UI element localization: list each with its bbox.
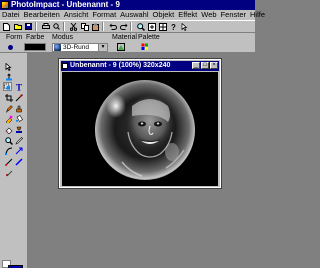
transform-tool-icon[interactable] <box>4 72 13 81</box>
save-icon[interactable] <box>24 22 33 31</box>
redo-icon[interactable] <box>119 22 128 31</box>
attribute-bar: 3D-Rund ▼ <box>0 42 255 53</box>
menu-objekt[interactable]: Objekt <box>151 10 177 20</box>
stamp-tool-icon[interactable] <box>14 125 23 134</box>
toolbar-separator <box>130 22 132 31</box>
zoom-tool-icon[interactable] <box>4 136 13 145</box>
app-logo-icon[interactable] <box>1 1 9 9</box>
svg-text:?: ? <box>171 23 176 31</box>
palette-label: Palette <box>138 34 160 41</box>
menu-datei[interactable]: Datei <box>0 10 22 20</box>
eraser-tool-icon[interactable] <box>4 125 13 134</box>
material-icon[interactable] <box>117 43 125 51</box>
help-icon[interactable]: ? <box>169 22 178 31</box>
menu-bar: Datei Bearbeiten Ansicht Format Auswahl … <box>0 10 265 20</box>
fill-tool-icon[interactable] <box>14 114 23 123</box>
app-title-bar[interactable]: PhotoImpact - Unbenannt - 9 <box>0 0 255 10</box>
pointer-help-icon[interactable] <box>180 22 189 31</box>
mode-dropdown[interactable]: 3D-Rund ▼ <box>52 43 108 52</box>
paint-tool-icon[interactable] <box>4 104 13 113</box>
text-tool-icon[interactable]: T <box>14 82 23 91</box>
zoom-icon[interactable] <box>136 22 145 31</box>
toolbar-separator <box>63 22 65 31</box>
crop-tool-icon[interactable] <box>4 93 13 102</box>
eyedropper-tool-icon[interactable] <box>14 136 23 145</box>
mode-value: 3D-Rund <box>63 44 90 51</box>
airbrush-tool-icon[interactable] <box>4 168 13 177</box>
attribute-bar-labels: Form Farbe Modus Material Palette <box>0 33 255 42</box>
selection-tool-icon[interactable] <box>3 82 12 91</box>
material-label: Material <box>112 34 137 41</box>
menu-hilfe[interactable]: Hilfe <box>248 10 267 20</box>
standard-toolbar: ? <box>0 20 255 33</box>
palette-icon[interactable] <box>141 43 149 51</box>
shape-tool-icon[interactable] <box>14 146 23 155</box>
menu-ansicht[interactable]: Ansicht <box>62 10 91 20</box>
minimize-icon[interactable]: _ <box>192 62 200 69</box>
paste-icon[interactable] <box>91 22 100 31</box>
close-icon[interactable]: × <box>210 62 218 69</box>
line-tool-icon[interactable] <box>4 157 13 166</box>
app-title: PhotoImpact - Unbenannt - 9 <box>11 0 120 9</box>
menu-format[interactable]: Format <box>90 10 118 20</box>
color-swatch[interactable] <box>24 43 46 51</box>
zoom-in-icon[interactable] <box>147 22 156 31</box>
undo-icon[interactable] <box>108 22 117 31</box>
menu-auswahl[interactable]: Auswahl <box>118 10 150 20</box>
document-window[interactable]: Unbenannt - 9 (100%) 320x240 _ □ × <box>58 58 222 189</box>
copy-icon[interactable] <box>80 22 89 31</box>
open-icon[interactable] <box>13 22 22 31</box>
farbe-label: Farbe <box>26 34 45 41</box>
retouch-tool-icon[interactable] <box>4 114 13 123</box>
path-tool-icon[interactable] <box>4 146 13 155</box>
tool-panel: T <box>0 53 28 268</box>
clone-tool-icon[interactable] <box>14 104 23 113</box>
preview-icon[interactable] <box>52 22 61 31</box>
brush-tool-icon[interactable] <box>14 157 23 166</box>
toolbar-separator <box>102 22 104 31</box>
document-title: Unbenannt - 9 (100%) 320x240 <box>70 62 171 69</box>
new-icon[interactable] <box>2 22 11 31</box>
document-icon <box>62 63 68 69</box>
cut-icon[interactable] <box>69 22 78 31</box>
form-label: Form <box>6 34 23 41</box>
document-title-bar[interactable]: Unbenannt - 9 (100%) 320x240 _ □ × <box>61 61 219 71</box>
toolbar-separator <box>35 22 37 31</box>
modus-label: Modus <box>52 34 74 41</box>
grid-icon[interactable] <box>158 22 167 31</box>
lasso-tool-icon[interactable] <box>14 93 23 102</box>
print-icon[interactable] <box>41 22 50 31</box>
menu-web[interactable]: Web <box>199 10 218 20</box>
maximize-icon[interactable]: □ <box>201 62 209 69</box>
menu-effekt[interactable]: Effekt <box>176 10 199 20</box>
3d-round-icon <box>54 44 61 51</box>
svg-text:T: T <box>16 83 22 91</box>
chrome-sphere-image <box>62 72 218 186</box>
menu-fenster[interactable]: Fenster <box>219 10 248 20</box>
photoimpact-window: PhotoImpact - Unbenannt - 9 Datei Bearbe… <box>0 0 265 268</box>
pick-tool-icon[interactable] <box>4 62 13 71</box>
menu-bearbeiten[interactable]: Bearbeiten <box>22 10 62 20</box>
image-canvas[interactable] <box>62 72 218 186</box>
shape-selector[interactable] <box>8 45 13 50</box>
chevron-down-icon[interactable]: ▼ <box>98 44 107 51</box>
